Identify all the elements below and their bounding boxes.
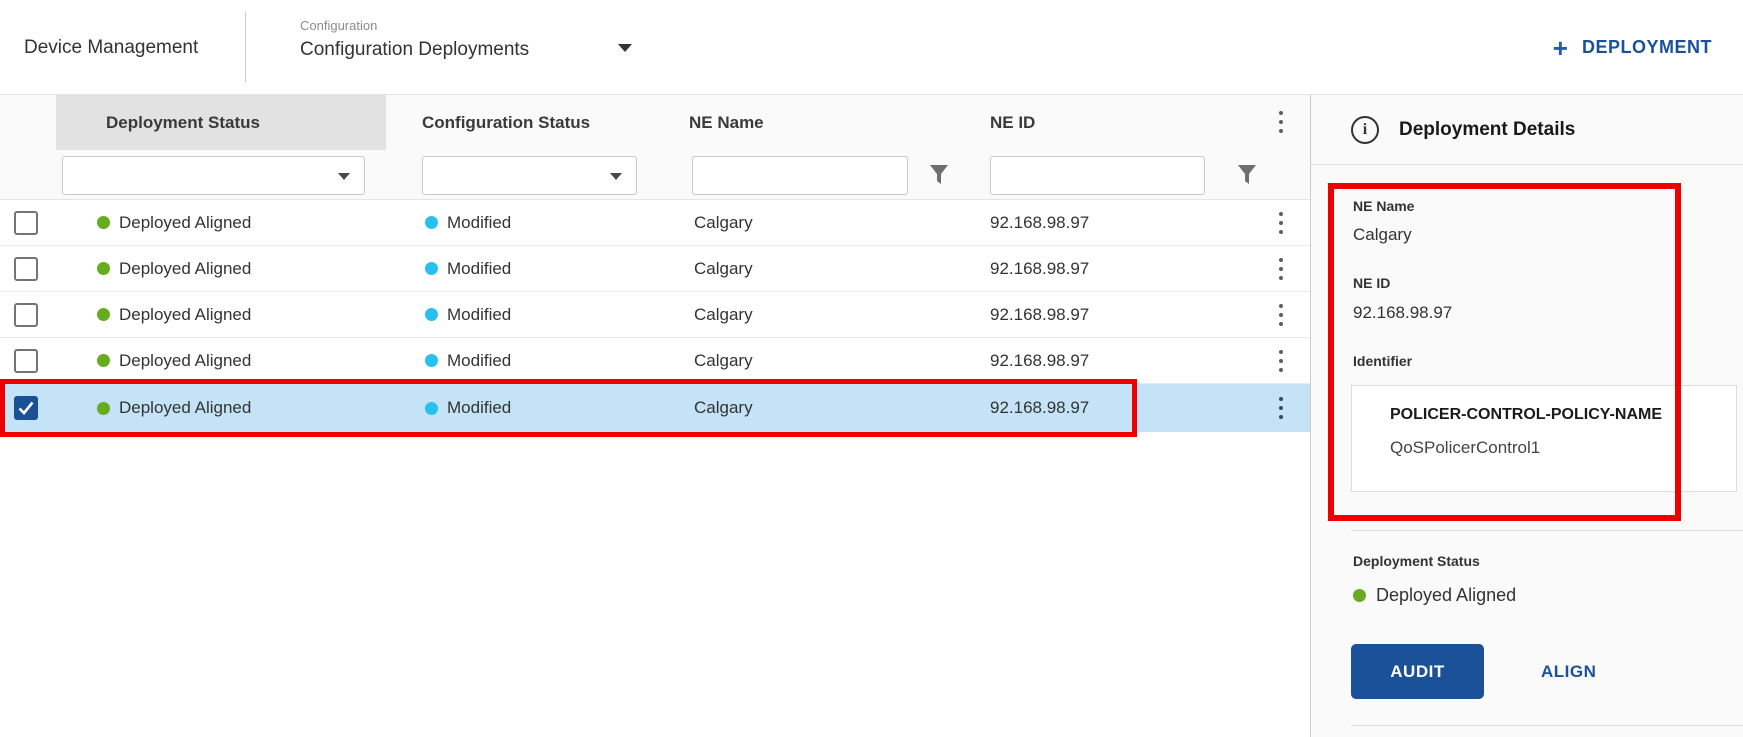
status-dot-green: [97, 308, 110, 321]
identifier-name: POLICER-CONTROL-POLICY-NAME: [1390, 406, 1662, 424]
caret-down-icon: [610, 173, 622, 180]
configuration-status-value: Modified: [447, 305, 511, 325]
ne-id-filter-field: [990, 156, 1205, 195]
configuration-status-filter-select[interactable]: [422, 156, 637, 195]
device-management-screen: Device Management Configuration Configur…: [0, 0, 1743, 737]
table-header-row: Deployment Status Configuration Status N…: [0, 95, 1310, 150]
configuration-status-value: Modified: [447, 398, 511, 418]
status-dot-cyan: [425, 354, 438, 367]
caret-down-icon[interactable]: [618, 44, 632, 52]
kebab-menu-icon[interactable]: [1272, 300, 1290, 330]
header-divider: [245, 12, 246, 82]
table-body: Deployed Aligned Modified Calgary 92.168…: [0, 200, 1310, 432]
kebab-menu-icon[interactable]: [1272, 254, 1290, 284]
view-selector-dropdown[interactable]: Configuration Configuration Deployments: [300, 18, 529, 63]
deployment-status-filter-select[interactable]: [62, 156, 365, 195]
identifier-field-label: Identifier: [1353, 353, 1412, 369]
identifier-box: POLICER-CONTROL-POLICY-NAME QoSPolicerCo…: [1351, 385, 1737, 492]
kebab-menu-icon[interactable]: [1272, 107, 1290, 137]
filter-row: [0, 150, 1310, 200]
top-bar: Device Management Configuration Configur…: [0, 0, 1743, 95]
ne-name-value: Calgary: [694, 246, 753, 291]
deployment-status-value: Deployed Aligned: [119, 398, 251, 418]
deployment-status-value: Deployed Aligned: [119, 259, 251, 279]
align-button[interactable]: ALIGN: [1529, 644, 1608, 699]
table-row[interactable]: Deployed Aligned Modified Calgary 92.168…: [0, 292, 1310, 338]
column-header-ne-id[interactable]: NE ID: [990, 95, 1035, 150]
ne-id-field-value: 92.168.98.97: [1353, 303, 1452, 323]
status-dot-cyan: [425, 308, 438, 321]
ne-name-value: Calgary: [694, 384, 753, 432]
add-deployment-label: DEPLOYMENT: [1582, 37, 1712, 58]
ne-id-value: 92.168.98.97: [990, 338, 1089, 383]
deployment-status-value: Deployed Aligned: [119, 351, 251, 371]
table-row[interactable]: Deployed Aligned Modified Calgary 92.168…: [0, 246, 1310, 292]
page-title: Device Management: [24, 0, 198, 95]
row-checkbox[interactable]: [14, 303, 38, 327]
status-dot-green: [97, 216, 110, 229]
status-dot-cyan: [425, 262, 438, 275]
caret-down-icon: [338, 173, 350, 180]
view-selector-label: Configuration: [300, 18, 529, 34]
configuration-status-value: Modified: [447, 351, 511, 371]
ne-id-value: 92.168.98.97: [990, 200, 1089, 245]
deployments-table: Deployment Status Configuration Status N…: [0, 95, 1310, 737]
kebab-menu-icon[interactable]: [1272, 346, 1290, 376]
table-row[interactable]: Deployed Aligned Modified Calgary 92.168…: [0, 200, 1310, 246]
row-checkbox[interactable]: [14, 257, 38, 281]
row-checkbox[interactable]: [14, 349, 38, 373]
audit-button[interactable]: AUDIT: [1351, 644, 1484, 699]
plus-icon: +: [1553, 35, 1568, 61]
checkmark-icon: [18, 401, 34, 415]
status-dot-green: [1353, 589, 1366, 602]
info-icon: i: [1351, 116, 1379, 144]
table-row[interactable]: Deployed Aligned Modified Calgary 92.168…: [0, 338, 1310, 384]
ne-name-value: Calgary: [694, 338, 753, 383]
row-checkbox-checked[interactable]: [14, 396, 38, 420]
ne-id-filter-input[interactable]: [991, 157, 1204, 194]
filter-funnel-icon[interactable]: [1236, 163, 1258, 187]
kebab-menu-icon[interactable]: [1272, 208, 1290, 238]
panel-divider: [1351, 530, 1743, 531]
status-dot-green: [97, 262, 110, 275]
ne-name-field-value: Calgary: [1353, 225, 1412, 245]
status-dot-cyan: [425, 216, 438, 229]
ne-name-value: Calgary: [694, 292, 753, 337]
deployment-details-panel: i Deployment Details NE Name Calgary NE …: [1310, 95, 1743, 737]
configuration-status-value: Modified: [447, 213, 511, 233]
ne-id-value: 92.168.98.97: [990, 384, 1089, 432]
status-dot-green: [97, 354, 110, 367]
view-selector-value: Configuration Deployments: [300, 37, 529, 63]
add-deployment-button[interactable]: + DEPLOYMENT: [1553, 0, 1712, 95]
panel-header: i Deployment Details: [1311, 95, 1743, 165]
kebab-menu-icon[interactable]: [1272, 393, 1290, 423]
column-header-deployment-status[interactable]: Deployment Status: [56, 95, 386, 150]
deployment-status-value: Deployed Aligned: [119, 305, 251, 325]
column-header-configuration-status[interactable]: Configuration Status: [422, 95, 590, 150]
ne-id-field-label: NE ID: [1353, 275, 1390, 291]
identifier-value: QoSPolicerControl1: [1390, 438, 1540, 458]
ne-name-filter-field: [692, 156, 908, 195]
ne-name-field-label: NE Name: [1353, 198, 1414, 214]
table-row-selected[interactable]: Deployed Aligned Modified Calgary 92.168…: [0, 384, 1310, 432]
deployment-status-field-value: Deployed Aligned: [1376, 585, 1516, 606]
ne-id-value: 92.168.98.97: [990, 292, 1089, 337]
configuration-status-value: Modified: [447, 259, 511, 279]
status-dot-green: [97, 402, 110, 415]
ne-name-filter-input[interactable]: [693, 157, 907, 194]
panel-divider: [1351, 725, 1743, 726]
row-checkbox[interactable]: [14, 211, 38, 235]
ne-id-value: 92.168.98.97: [990, 246, 1089, 291]
filter-funnel-icon[interactable]: [928, 163, 950, 187]
panel-title: Deployment Details: [1399, 95, 1575, 165]
column-header-ne-name[interactable]: NE Name: [689, 95, 764, 150]
ne-name-value: Calgary: [694, 200, 753, 245]
status-dot-cyan: [425, 402, 438, 415]
deployment-status-value: Deployed Aligned: [119, 213, 251, 233]
deployment-status-field-label: Deployment Status: [1353, 553, 1480, 569]
